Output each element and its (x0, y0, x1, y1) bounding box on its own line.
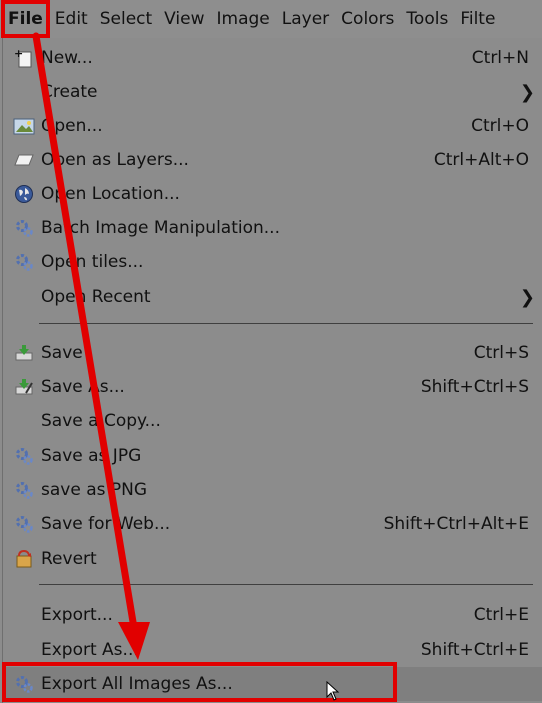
menu-item-save-for-web[interactable]: Save for Web... Shift+Ctrl+Alt+E (3, 507, 542, 541)
menu-item-batch[interactable]: Batch Image Manipulation... (3, 211, 542, 245)
menu-item-export-as[interactable]: Export As... Shift+Ctrl+E (3, 633, 542, 667)
menu-item-save-png[interactable]: save as PNG (3, 473, 542, 507)
menu-separator (39, 584, 533, 585)
gear-script-icon (13, 218, 35, 238)
menu-item-open-location[interactable]: Open Location... (3, 177, 542, 211)
menu-filters[interactable]: Filte (454, 0, 501, 38)
menu-item-create[interactable]: Create ❯ (3, 75, 542, 109)
gear-script-icon (13, 446, 35, 466)
open-icon (13, 116, 35, 136)
menu-select[interactable]: Select (94, 0, 158, 38)
revert-icon (13, 549, 35, 569)
menu-item-revert[interactable]: Revert (3, 542, 542, 576)
menu-colors[interactable]: Colors (335, 0, 400, 38)
gear-script-icon (13, 514, 35, 534)
globe-icon (13, 184, 35, 204)
chevron-right-icon: ❯ (519, 81, 535, 103)
file-menu: + New... Ctrl+N Create ❯ Open... Ctrl+O … (2, 38, 542, 703)
menu-separator (39, 323, 533, 324)
menu-layer[interactable]: Layer (276, 0, 335, 38)
gear-script-icon (13, 252, 35, 272)
menu-bar: File Edit Select View Image Layer Colors… (0, 0, 542, 38)
menu-item-new[interactable]: + New... Ctrl+N (3, 41, 542, 75)
menu-item-export-all-images[interactable]: Export All Images As... (3, 667, 542, 701)
save-as-icon (13, 377, 35, 397)
menu-item-save[interactable]: Save Ctrl+S (3, 336, 542, 370)
svg-text:+: + (14, 48, 23, 60)
menu-tools[interactable]: Tools (400, 0, 454, 38)
open-layers-icon (13, 150, 35, 170)
new-icon: + (13, 48, 35, 68)
save-icon (13, 343, 35, 363)
menu-item-export[interactable]: Export... Ctrl+E (3, 598, 542, 632)
menu-view[interactable]: View (158, 0, 210, 38)
menu-item-open-tiles[interactable]: Open tiles... (3, 245, 542, 279)
menu-item-open[interactable]: Open... Ctrl+O (3, 109, 542, 143)
menu-edit[interactable]: Edit (49, 0, 94, 38)
menu-item-save-as[interactable]: Save As... Shift+Ctrl+S (3, 370, 542, 404)
menu-item-save-jpg[interactable]: Save as JPG (3, 439, 542, 473)
chevron-right-icon: ❯ (519, 286, 535, 308)
menu-item-open-recent[interactable]: Open Recent ❯ (3, 280, 542, 314)
menu-item-open-as-layers[interactable]: Open as Layers... Ctrl+Alt+O (3, 143, 542, 177)
menu-file[interactable]: File (0, 0, 49, 38)
menu-item-save-copy[interactable]: Save a Copy... (3, 404, 542, 438)
menu-image[interactable]: Image (211, 0, 276, 38)
gear-script-icon (13, 674, 35, 694)
gear-script-icon (13, 480, 35, 500)
mouse-cursor-icon (326, 681, 340, 701)
